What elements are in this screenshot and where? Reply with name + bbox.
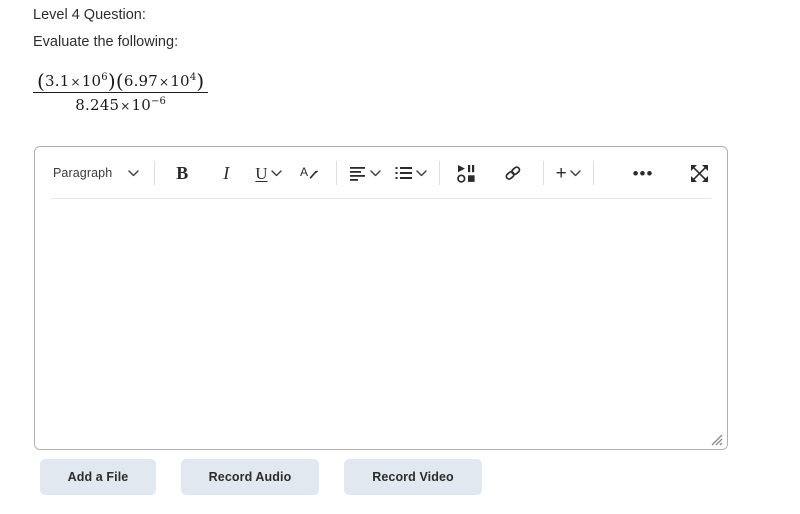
numerator-close-paren-2: ) xyxy=(196,69,205,93)
denominator-mantissa: 8.245 xyxy=(75,96,120,114)
record-video-button[interactable]: Record Video xyxy=(344,459,482,495)
svg-text:A: A xyxy=(300,165,308,179)
italic-icon: I xyxy=(223,163,230,183)
align-left-icon xyxy=(349,165,367,181)
toolbar-separator xyxy=(335,161,337,185)
underline-icon: U xyxy=(255,163,268,183)
toolbar-separator xyxy=(438,161,440,185)
denominator-base: 10 xyxy=(131,96,151,114)
numerator-mantissa-1: 3.1 xyxy=(45,72,70,90)
editor-content-area[interactable] xyxy=(35,199,727,449)
fraction-denominator: 8.245×10−6 xyxy=(33,93,208,114)
chevron-down-icon xyxy=(415,169,427,177)
chevron-down-icon xyxy=(369,169,381,177)
question-instruction: Evaluate the following: xyxy=(33,34,179,50)
chevron-down-icon xyxy=(270,169,282,177)
text-color-icon: A xyxy=(299,163,319,183)
more-options-button[interactable]: ••• xyxy=(625,158,661,188)
question-heading: Level 4 Question: xyxy=(33,7,146,23)
fullscreen-button[interactable] xyxy=(681,158,717,188)
resize-handle[interactable] xyxy=(707,430,723,446)
toolbar-separator xyxy=(154,161,156,185)
bold-icon: B xyxy=(176,163,189,183)
paragraph-style-select[interactable]: Paragraph xyxy=(49,158,145,188)
html-editor: Paragraph B I U A + ••• xyxy=(34,146,728,450)
numerator-open-paren-1: ( xyxy=(37,69,46,93)
chevron-down-icon xyxy=(128,169,139,177)
denominator-times: × xyxy=(120,99,131,113)
italic-button[interactable]: I xyxy=(208,158,244,188)
numerator-open-paren-2: ( xyxy=(115,69,124,93)
fraction: (3.1×106)(6.97×104) 8.245×10−6 xyxy=(33,69,209,114)
chevron-down-icon xyxy=(569,169,581,177)
ellipsis-icon: ••• xyxy=(632,163,654,183)
add-button[interactable]: + xyxy=(553,158,584,188)
editor-toolbar: Paragraph B I U A + ••• xyxy=(35,147,727,199)
insert-link-button[interactable] xyxy=(495,158,531,188)
numerator-close-paren-1: ) xyxy=(107,69,116,93)
paragraph-style-label: Paragraph xyxy=(53,166,113,180)
link-icon xyxy=(503,163,523,183)
fraction-numerator: (3.1×106)(6.97×104) xyxy=(33,69,208,93)
numerator-times-2: × xyxy=(159,75,170,89)
insert-stuff-button[interactable] xyxy=(449,158,485,188)
add-a-file-button[interactable]: Add a File xyxy=(40,459,156,495)
attachment-actions: Add a File Record Audio Record Video xyxy=(40,459,482,495)
list-button[interactable] xyxy=(392,158,430,188)
bulleted-list-icon xyxy=(395,165,413,181)
numerator-base-1: 10 xyxy=(81,72,102,90)
fullscreen-expand-icon xyxy=(690,164,709,183)
bold-button[interactable]: B xyxy=(164,158,200,188)
question-block: Level 4 Question: Evaluate the following… xyxy=(33,2,733,114)
math-expression: (3.1×106)(6.97×104) 8.245×10−6 xyxy=(33,69,209,114)
underline-button[interactable]: U xyxy=(252,158,284,188)
plus-icon: + xyxy=(555,162,567,184)
record-audio-button[interactable]: Record Audio xyxy=(181,459,319,495)
numerator-base-2: 10 xyxy=(170,72,190,90)
denominator-exponent: −6 xyxy=(150,96,167,107)
toolbar-separator xyxy=(542,161,544,185)
numerator-mantissa-2: 6.97 xyxy=(123,72,159,90)
text-color-button[interactable]: A xyxy=(291,158,327,188)
align-button[interactable] xyxy=(346,158,384,188)
numerator-times-1: × xyxy=(70,75,81,89)
toolbar-separator xyxy=(592,161,594,185)
insert-stuff-icon xyxy=(457,164,476,183)
